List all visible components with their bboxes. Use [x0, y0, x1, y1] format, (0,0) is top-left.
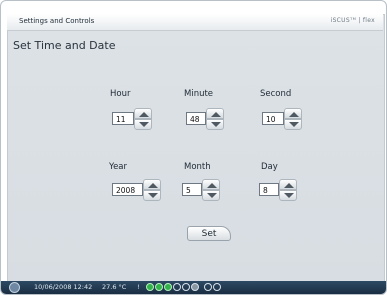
month-increment-button[interactable]: [202, 179, 220, 190]
month-stepper: [202, 179, 220, 201]
status-indicator-7-icon: [204, 283, 212, 291]
hour-label: Hour: [110, 89, 131, 99]
minute-stepper: [206, 108, 224, 130]
system-menu-icon[interactable]: [9, 282, 20, 293]
status-indicator-8-icon: [213, 283, 221, 291]
title-bar: Settings and Controls iSCUSᵀᴹ | flex: [7, 14, 383, 31]
second-field[interactable]: 10: [262, 112, 284, 125]
year-increment-button[interactable]: [143, 179, 161, 190]
app-frame: Settings and Controls iSCUSᵀᴹ | flex Set…: [0, 0, 387, 295]
minute-decrement-button[interactable]: [206, 119, 224, 130]
day-increment-button[interactable]: [279, 179, 297, 190]
settings-panel: [7, 14, 385, 283]
status-indicator-4-icon: [173, 283, 181, 291]
day-stepper: [279, 179, 297, 201]
hour-decrement-button[interactable]: [134, 119, 152, 130]
month-label: Month: [184, 162, 211, 172]
minute-field[interactable]: 48: [186, 112, 206, 125]
month-field[interactable]: 5: [182, 183, 202, 196]
day-field[interactable]: 8: [259, 183, 279, 196]
month-decrement-button[interactable]: [202, 190, 220, 201]
minute-increment-button[interactable]: [206, 108, 224, 119]
second-stepper: [284, 108, 302, 130]
second-label: Second: [260, 89, 292, 99]
year-stepper: [143, 179, 161, 201]
status-indicator-6-icon: [191, 283, 199, 291]
hour-stepper: [134, 108, 152, 130]
second-decrement-button[interactable]: [284, 119, 302, 130]
minute-label: Minute: [184, 89, 214, 99]
status-indicator-3-icon: [164, 283, 172, 291]
hour-field[interactable]: 11: [112, 112, 134, 125]
year-label: Year: [109, 162, 127, 172]
brand-logo: iSCUSᵀᴹ | flex: [330, 17, 375, 24]
page-title: Set Time and Date: [13, 39, 116, 52]
year-decrement-button[interactable]: [143, 190, 161, 201]
status-indicator-2-icon: [155, 283, 163, 291]
status-indicator-5-icon: [182, 283, 190, 291]
window-title: Settings and Controls: [19, 17, 95, 25]
day-decrement-button[interactable]: [279, 190, 297, 201]
status-temperature: 27.6 °C: [102, 283, 127, 291]
set-button[interactable]: Set: [187, 226, 231, 241]
status-indicator-1-icon: [146, 283, 154, 291]
status-bar: 10/06/2008 12:42 27.6 °C !: [1, 281, 386, 294]
hour-increment-button[interactable]: [134, 108, 152, 119]
status-datetime: 10/06/2008 12:42: [34, 283, 93, 291]
second-increment-button[interactable]: [284, 108, 302, 119]
status-separator: !: [137, 283, 140, 291]
day-label: Day: [261, 162, 278, 172]
year-field[interactable]: 2008: [112, 183, 143, 196]
